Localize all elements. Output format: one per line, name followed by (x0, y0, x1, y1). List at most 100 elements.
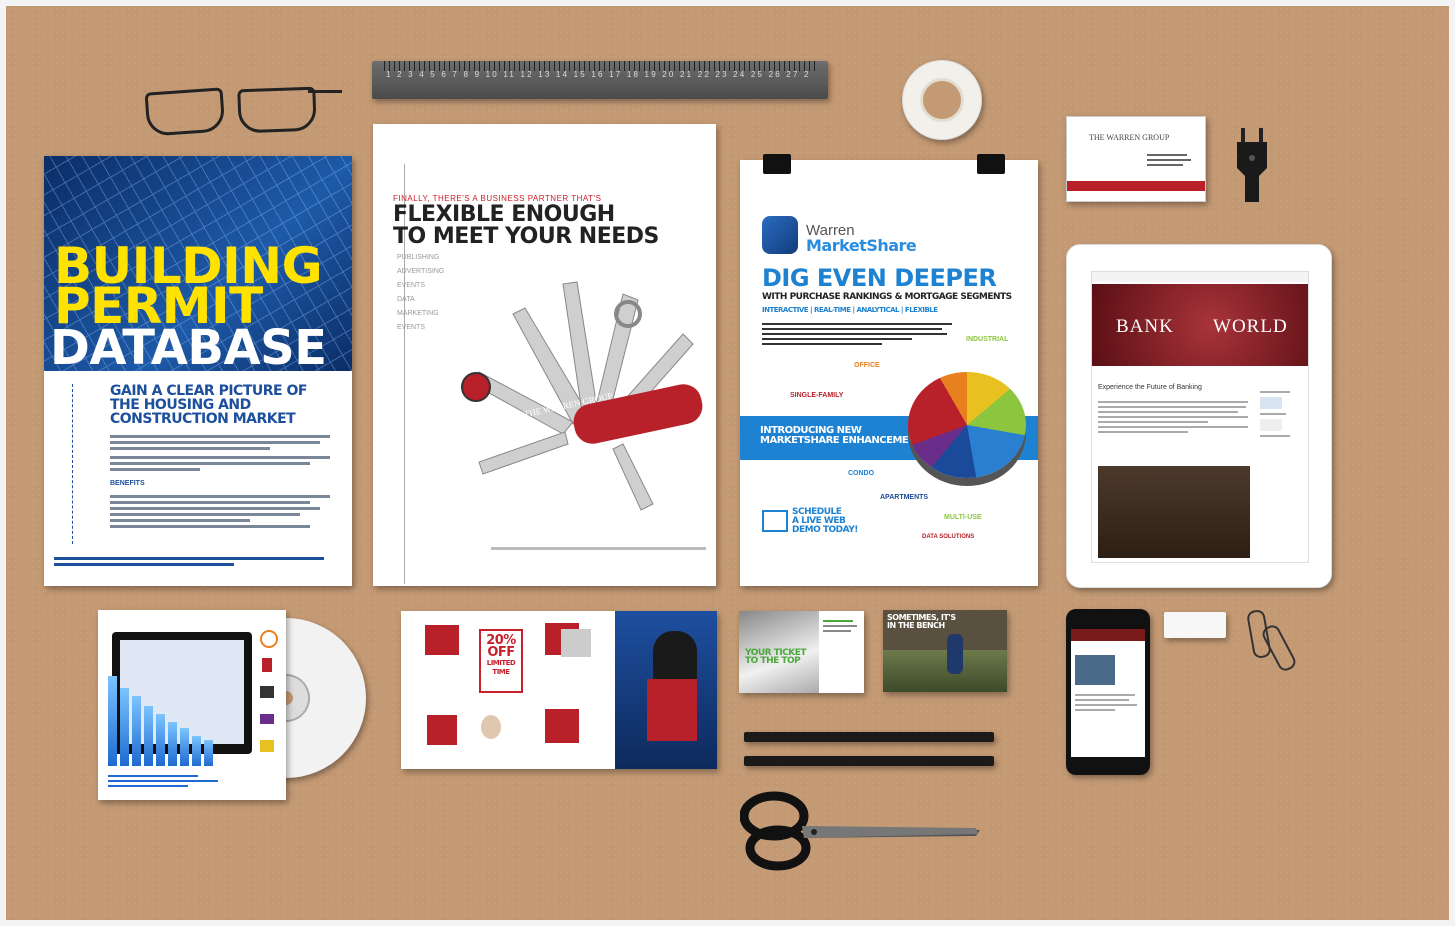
segment-label: APARTMENTS (880, 494, 929, 501)
tablet-device: BANK WORLD Experience the Future of Bank… (1066, 244, 1332, 588)
dollar-icon (262, 658, 272, 672)
card-red-band (1067, 181, 1205, 191)
eyeglasses-lens-right (237, 86, 317, 134)
chart-icon (260, 714, 274, 724)
card-brand: THE WARREN GROUP (1089, 133, 1170, 142)
segment-label: MULTI-USE (944, 514, 982, 521)
ruler-numbers: 1 2 3 4 5 6 7 8 9 10 11 12 13 14 15 16 1… (386, 70, 808, 79)
enhancements-band-text: INTRODUCING NEW MARKETSHARE ENHANCEMENTS (760, 426, 930, 446)
globe-icon (260, 740, 274, 752)
flyer-footer (54, 554, 344, 569)
flyer-headline-line1: FLEXIBLE ENOUGH (393, 202, 615, 227)
promo-brochure: 20% OFF LIMITED TIME (401, 611, 717, 769)
building-permit-flyer: BUILDING PERMIT DATABASE GAIN A CLEAR PI… (44, 156, 352, 586)
site-nav (1092, 272, 1308, 282)
site-body-text (1098, 398, 1252, 436)
flyer-title: BUILDING PERMIT (54, 241, 323, 331)
target-icon (260, 630, 278, 648)
ticket-card: YOUR TICKET TO THE TOP (739, 611, 864, 693)
service-item: MARKETING (397, 310, 439, 317)
bar-graphic-bar (120, 688, 129, 766)
bench-card-text: SOMETIMES, IT'S IN THE BENCH (887, 614, 956, 630)
eraser (1164, 612, 1226, 638)
market-segment-pie (908, 372, 1026, 478)
phone-site-photo (1075, 655, 1115, 685)
bar-graphic-bar (108, 676, 117, 766)
promo-tag (425, 625, 459, 655)
phone-site-header (1071, 629, 1145, 641)
bench-card: SOMETIMES, IT'S IN THE BENCH (883, 610, 1007, 692)
discount-stamp: 20% OFF LIMITED TIME (479, 629, 523, 693)
business-card: THE WARREN GROUP (1066, 116, 1206, 202)
stamp-line2: LIMITED TIME (486, 659, 516, 676)
hero-title-left: BANK (1116, 316, 1174, 337)
bank-world-title: BANK WORLD (1116, 316, 1288, 338)
bench-photo (883, 650, 1007, 692)
service-item: EVENTS (397, 282, 426, 289)
cta-line3: DEMO TODAY! (792, 525, 858, 535)
person-photo (561, 629, 591, 657)
badge-icon (461, 372, 491, 402)
service-item: DATA (397, 296, 415, 303)
phone-screen (1071, 629, 1145, 757)
power-plug (1237, 128, 1267, 202)
promo-tag (545, 709, 579, 743)
eyeglasses-arm (308, 90, 342, 93)
metal-ruler: 1 2 3 4 5 6 7 8 9 10 11 12 13 14 15 16 1… (372, 61, 828, 99)
segment-label: SINGLE-FAMILY (790, 392, 844, 399)
benefits-list (110, 492, 342, 531)
hero-title-right: WORLD (1213, 316, 1288, 337)
eyeglasses (138, 82, 344, 144)
service-item: PUBLISHING (397, 254, 440, 261)
segment-label: OFFICE (854, 362, 880, 369)
band-line2: MARKETSHARE ENHANCEMENTS (760, 435, 930, 446)
service-list: PUBLISHING ADVERTISING EVENTS DATA MARKE… (397, 251, 444, 335)
promo-tag (427, 715, 457, 745)
ticket-card-text: YOUR TICKET TO THE TOP (745, 649, 807, 666)
flexible-partner-flyer: FINALLY, THERE'S A BUSINESS PARTNER THAT… (373, 124, 716, 586)
binder-clip (977, 154, 1005, 174)
pencil (744, 756, 994, 766)
logo-wordmark-line2: MarketShare (806, 236, 917, 255)
service-item: ADVERTISING (397, 268, 445, 275)
benefits-label: BENEFITS (110, 480, 145, 487)
desk-surface: 1 2 3 4 5 6 7 8 9 10 11 12 13 14 15 16 1… (6, 6, 1449, 920)
swiss-army-knife-illustration (472, 281, 703, 511)
demo-cta: SCHEDULE A LIVE WEB DEMO TODAY! (792, 508, 858, 535)
phone-site-text (1075, 691, 1141, 714)
segment-label: CONDO (848, 470, 875, 477)
bench-card-line2: IN THE BENCH (887, 621, 945, 630)
smartphone (1066, 609, 1150, 775)
flyer-headline: FLEXIBLE ENOUGH TO MEET YOUR NEEDS (393, 204, 659, 248)
player-figure (947, 634, 963, 674)
segment-label: INDUSTRIAL (966, 336, 1009, 343)
bar-graphic-bar (168, 722, 177, 766)
marketshare-flyer: Warren MarketShare DIG EVEN DEEPER WITH … (740, 160, 1038, 586)
site-sidebar (1260, 388, 1300, 440)
bar-graphic-bar (144, 706, 153, 766)
sleeve-contact (108, 772, 268, 790)
flyer-body-text (762, 320, 962, 348)
footer-brand: DATA SOLUTIONS (922, 534, 975, 540)
card-contact (1147, 151, 1195, 169)
conference-photo (1098, 466, 1250, 558)
flyer-subtitle: GAIN A CLEAR PICTURE OF THE HOUSING AND … (110, 383, 307, 427)
bar-graphic-bar (180, 728, 189, 766)
timeline-rule (72, 384, 74, 544)
binder-clip (763, 154, 791, 174)
marketshare-logo-icon (762, 216, 798, 254)
eyeglasses-lens-left (144, 87, 226, 137)
cd-sleeve (98, 610, 286, 800)
flyer-subheadline: WITH PURCHASE RANKINGS & MORTGAGE SEGMEN… (762, 292, 1012, 302)
bar-graphic-bar (192, 736, 201, 766)
tape-roll (902, 60, 982, 140)
tape-roll-core (920, 78, 964, 122)
stamp-line1: 20% OFF (486, 633, 516, 660)
ticket-card-line2: TO THE TOP (745, 656, 801, 666)
brochure-cover-panel (615, 611, 717, 769)
scissors (740, 791, 980, 871)
bar-graphic-bar (204, 740, 213, 766)
monitor-icon (762, 510, 788, 532)
calculator-icon (260, 686, 274, 698)
flyer-headline-line2: TO MEET YOUR NEEDS (393, 224, 659, 249)
